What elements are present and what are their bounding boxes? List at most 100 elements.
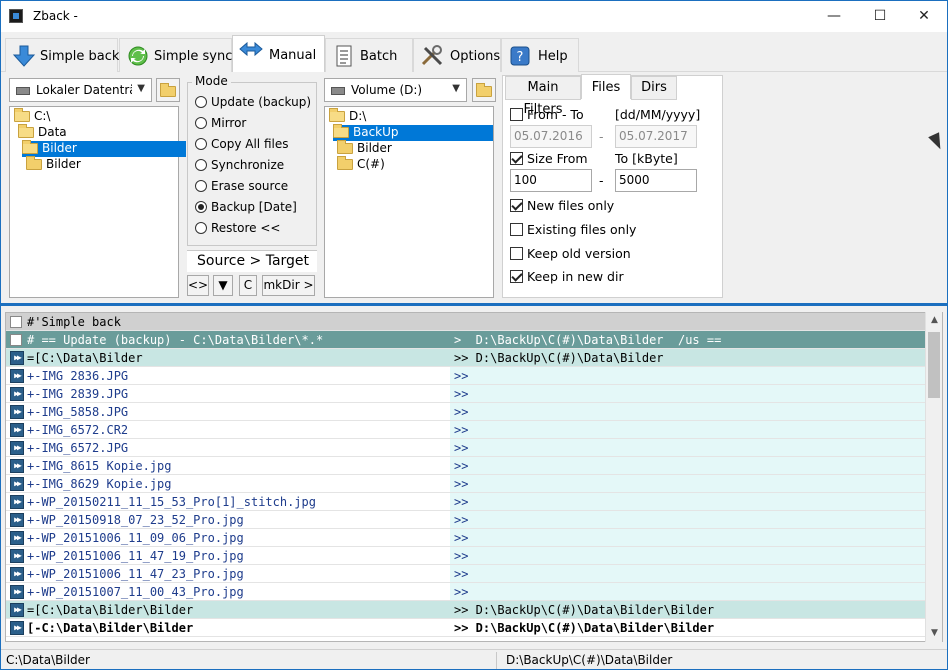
mode-radio-update[interactable]: Update (backup) xyxy=(195,95,311,109)
mkdir-button[interactable]: mkDir > xyxy=(262,275,315,296)
row-marker-cell[interactable]: ▶▶ xyxy=(6,439,24,456)
status-target-path: D:\BackUp\C(#)\Data\Bilder xyxy=(506,653,673,667)
down-button[interactable]: ▼ xyxy=(213,275,233,296)
row-marker-cell[interactable]: ▶▶ xyxy=(6,403,24,420)
source-cell: =[C:\Data\Bilder xyxy=(27,351,143,365)
tree-node[interactable]: D:\ xyxy=(329,108,366,125)
directory-row[interactable]: ▶▶ =[C:\Data\Bilder\Bilder >> D:\BackUp\C(… xyxy=(6,601,925,619)
row-marker-cell[interactable]: ▶▶ xyxy=(6,475,24,492)
source-browse-button[interactable] xyxy=(156,78,180,102)
row-marker-cell[interactable]: ▶▶ xyxy=(6,493,24,510)
row-marker-cell[interactable] xyxy=(6,331,24,348)
tree-node-label: Bilder xyxy=(42,141,77,155)
file-row[interactable]: ▶▶ +-IMG_8615 Kopie.jpg >> xyxy=(6,457,925,475)
folder-open-icon xyxy=(329,108,345,122)
size-from-field[interactable]: 100 xyxy=(510,169,592,192)
row-marker-cell[interactable]: ▶▶ xyxy=(6,565,24,582)
command-grid[interactable]: #'Simple back # == Update (backup) - C:\D… xyxy=(5,312,943,642)
row-marker-cell[interactable]: ▶▶ xyxy=(6,547,24,564)
scroll-up-icon[interactable]: ▲ xyxy=(926,312,943,329)
row-marker-cell[interactable]: ▶▶ xyxy=(6,601,24,618)
file-row[interactable]: ▶▶ +-WP_20150918_07_23_52_Pro.jpg >> xyxy=(6,511,925,529)
row-marker-cell[interactable]: ▶▶ xyxy=(6,511,24,528)
row-marker-cell[interactable]: ▶▶ xyxy=(6,349,24,366)
fast-forward-icon: ▶▶ xyxy=(10,387,24,401)
row-marker-cell[interactable] xyxy=(6,313,24,330)
tree-node[interactable]: Bilder xyxy=(337,140,392,157)
tab-main-filters[interactable]: Main Filters xyxy=(505,76,581,117)
drive-icon xyxy=(16,87,30,95)
tab-simple-sync[interactable]: Simple sync xyxy=(119,38,232,72)
tab-options[interactable]: Options xyxy=(413,38,501,72)
row-marker-cell[interactable]: ▶▶ xyxy=(6,619,24,636)
mode-radio-erase-source[interactable]: Erase source xyxy=(195,179,288,193)
from-to-checkbox[interactable]: From - To xyxy=(510,107,584,122)
tab-batch[interactable]: Batch xyxy=(325,38,413,72)
tab-help[interactable]: ? Help xyxy=(501,38,579,72)
file-row[interactable]: ▶▶ +-WP_20150211_11_15_53_Pro[1]_stitch.j… xyxy=(6,493,925,511)
file-row[interactable]: ▶▶ +-IMG_5858.JPG >> xyxy=(6,403,925,421)
row-marker-cell[interactable]: ▶▶ xyxy=(6,421,24,438)
target-folder-tree[interactable]: D:\ BackUp Bilder C(#) xyxy=(324,106,494,298)
close-button[interactable]: ✕ xyxy=(901,1,947,32)
target-drive-select[interactable]: Volume (D:) ▼ xyxy=(324,78,467,102)
tree-node[interactable]: Data xyxy=(18,124,67,141)
mode-radio-synchronize[interactable]: Synchronize xyxy=(195,158,284,172)
mode-radio-mirror[interactable]: Mirror xyxy=(195,116,246,130)
date-from-field[interactable]: 05.07.2016 xyxy=(510,125,592,148)
folder-open-icon xyxy=(333,124,349,138)
source-folder-tree[interactable]: C:\ Data Bilder Bilder xyxy=(9,106,186,298)
table-row[interactable]: #'Simple back xyxy=(6,313,925,331)
file-row[interactable]: ▶▶ +-WP_20151007_11_00_43_Pro.jpg >> xyxy=(6,583,925,601)
row-marker-cell[interactable]: ▶▶ xyxy=(6,583,24,600)
tree-node[interactable]: C:\ xyxy=(14,108,50,125)
keep-in-new-dir-checkbox[interactable]: Keep in new dir xyxy=(510,269,624,284)
row-marker-cell[interactable]: ▶▶ xyxy=(6,457,24,474)
keep-old-version-checkbox[interactable]: Keep old version xyxy=(510,246,631,261)
tab-label: Simple back xyxy=(40,49,120,64)
tree-node-selected[interactable]: Bilder xyxy=(22,140,186,157)
row-marker-cell[interactable]: ▶▶ xyxy=(6,385,24,402)
c-button[interactable]: C xyxy=(239,275,257,296)
row-marker-cell[interactable]: ▶▶ xyxy=(6,529,24,546)
existing-files-only-checkbox[interactable]: Existing files only xyxy=(510,222,636,237)
target-browse-button[interactable] xyxy=(472,78,496,102)
size-to-field[interactable]: 5000 xyxy=(615,169,697,192)
file-row[interactable]: ▶▶ +-IMG_6572.CR2 >> xyxy=(6,421,925,439)
tree-node-selected[interactable]: BackUp xyxy=(333,124,493,141)
new-files-only-checkbox[interactable]: New files only xyxy=(510,198,614,213)
file-row[interactable]: ▶▶ +-IMG_6572.JPG >> xyxy=(6,439,925,457)
source-drive-select[interactable]: Lokaler Datenträger ▼ xyxy=(9,78,152,102)
size-checkbox[interactable]: Size From xyxy=(510,151,588,166)
tab-simple-back[interactable]: Simple back xyxy=(5,38,120,72)
directory-row[interactable]: ▶▶ =[C:\Data\Bilder >> D:\BackUp\C(#)\Data… xyxy=(6,349,925,367)
scroll-thumb[interactable] xyxy=(928,332,940,398)
mode-radio-restore[interactable]: Restore << xyxy=(195,221,280,235)
date-to-field[interactable]: 05.07.2017 xyxy=(615,125,697,148)
file-row[interactable]: ▶▶ +-IMG 2836.JPG >> xyxy=(6,367,925,385)
file-row[interactable]: ▶▶ +-WP_20151006_11_09_06_Pro.jpg >> xyxy=(6,529,925,547)
pane-splitter[interactable] xyxy=(1,303,947,306)
table-row[interactable]: # == Update (backup) - C:\Data\Bilder\*.… xyxy=(6,331,925,349)
tab-manual[interactable]: Manual xyxy=(232,35,325,73)
tab-files[interactable]: Files xyxy=(581,74,631,99)
mode-radio-backup-date[interactable]: Backup [Date] xyxy=(195,200,297,214)
row-marker-cell[interactable]: ▶▶ xyxy=(6,367,24,384)
tab-dirs[interactable]: Dirs xyxy=(631,76,677,100)
vertical-scrollbar[interactable]: ▲ ▼ xyxy=(925,312,942,642)
file-row[interactable]: ▶▶ +-IMG_8629 Kopie.jpg >> xyxy=(6,475,925,493)
source-cell: [-C:\Data\Bilder\Bilder xyxy=(27,621,194,635)
swap-button[interactable]: <> xyxy=(187,275,209,296)
table-row[interactable]: ▶▶ [-C:\Data\Bilder\Bilder >> D:\BackUp\C(… xyxy=(6,619,925,637)
maximize-button[interactable]: ☐ xyxy=(857,1,903,32)
file-row[interactable]: ▶▶ +-WP_20151006_11_47_23_Pro.jpg >> xyxy=(6,565,925,583)
radio-label: Synchronize xyxy=(211,158,285,172)
mode-radio-copy-all[interactable]: Copy All files xyxy=(195,137,288,151)
folder-icon xyxy=(337,156,353,170)
tree-node[interactable]: Bilder xyxy=(26,156,81,173)
file-row[interactable]: ▶▶ +-IMG 2839.JPG >> xyxy=(6,385,925,403)
scroll-down-icon[interactable]: ▼ xyxy=(926,625,943,642)
minimize-button[interactable]: — xyxy=(811,1,857,32)
file-row[interactable]: ▶▶ +-WP_20151006_11_47_19_Pro.jpg >> xyxy=(6,547,925,565)
tree-node[interactable]: C(#) xyxy=(337,156,385,173)
